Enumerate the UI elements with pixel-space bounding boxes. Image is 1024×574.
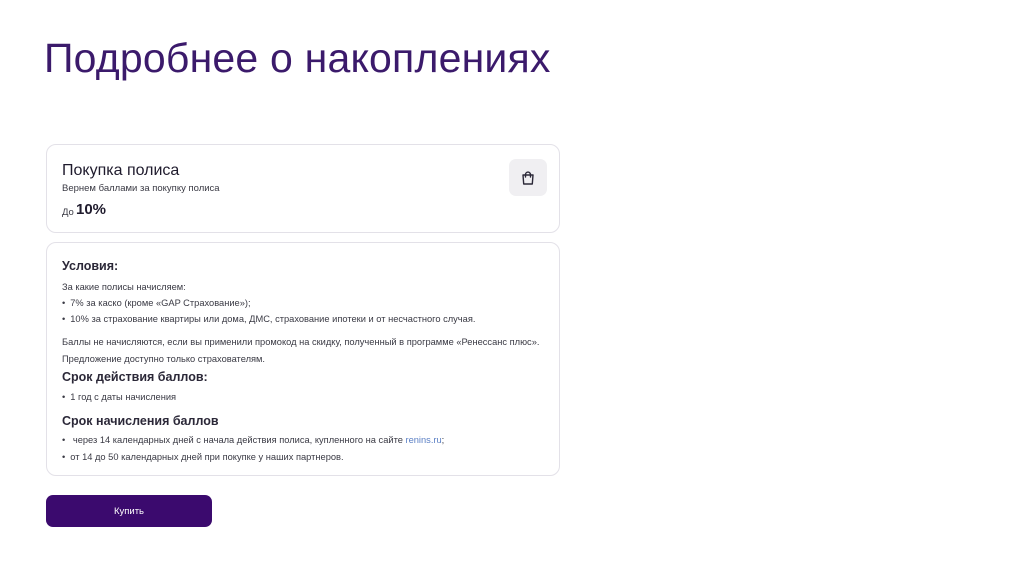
conditions-intro: За какие полисы начисляем:	[62, 282, 186, 292]
policy-card-subtitle: Вернем баллами за покупку полиса	[62, 183, 220, 194]
accrual-item: от 14 до 50 календарных дней при покупке…	[62, 452, 343, 462]
validity-item: 1 год с даты начисления	[62, 392, 176, 402]
policy-card-value: 10%	[76, 201, 107, 218]
shopping-bag-icon	[509, 159, 547, 196]
accrual-item: через 14 календарных дней с начала дейст…	[62, 435, 444, 445]
conditions-note-eligibility: Предложение доступно только страхователя…	[62, 354, 266, 364]
validity-heading: Срок действия баллов:	[62, 370, 208, 384]
policy-item: 10% за страхование квартиры или дома, ДМ…	[62, 314, 475, 324]
conditions-note: Баллы не начисляются, если вы применили …	[62, 337, 540, 347]
buy-button[interactable]: Купить	[46, 495, 212, 527]
policy-purchase-card: Покупка полиса Вернем баллами за покупку…	[46, 144, 560, 233]
policy-card-value-prefix: До	[62, 207, 74, 218]
policy-card-title: Покупка полиса	[62, 162, 180, 179]
policy-item: 7% за каско (кроме «GAP Страхование»);	[62, 298, 250, 308]
renins-link[interactable]: renins.ru	[406, 435, 442, 445]
buy-button-label: Купить	[113, 505, 145, 517]
conditions-card: Условия: За какие полисы начисляем: 7% з…	[46, 242, 560, 476]
accrual-heading: Срок начисления баллов	[62, 414, 219, 428]
conditions-heading: Условия:	[62, 259, 119, 273]
slide-title: Подробнее о накоплениях	[44, 35, 551, 81]
